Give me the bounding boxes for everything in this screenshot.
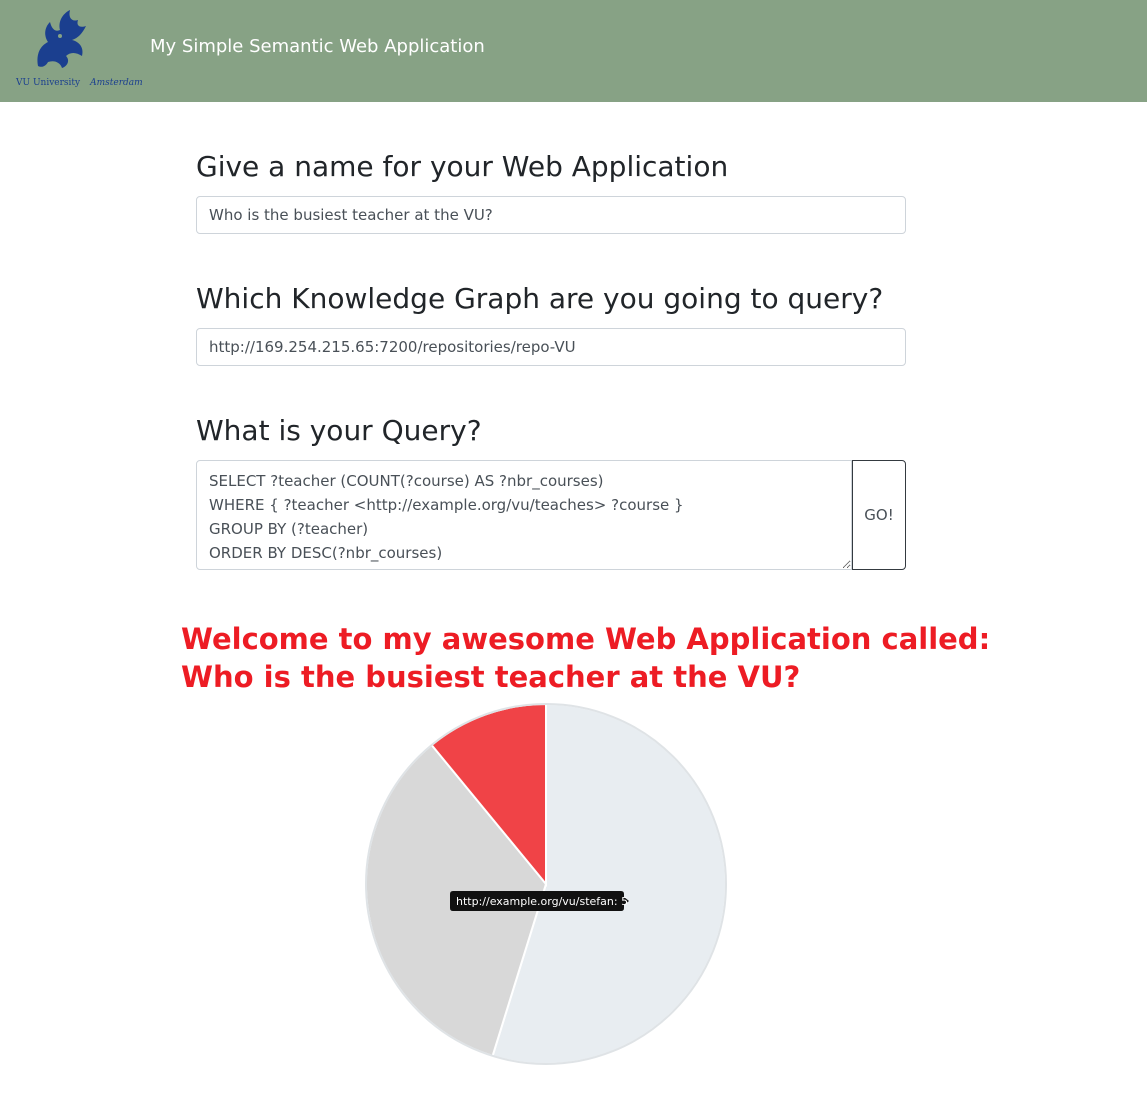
- welcome-heading: Welcome to my awesome Web Application ca…: [181, 620, 1081, 696]
- navbar: VU University Amsterdam My Simple Semanti…: [0, 0, 1147, 102]
- vu-logo[interactable]: VU University Amsterdam: [12, 6, 152, 94]
- logo-wordmark: VU University Amsterdam: [16, 78, 143, 88]
- query-group: SELECT ?teacher (COUNT(?course) AS ?nbr_…: [196, 460, 906, 570]
- chart-tooltip: http://example.org/vu/stefan: 5: [450, 891, 629, 911]
- welcome-line-2: Who is the busiest teacher at the VU?: [181, 660, 801, 694]
- welcome-line-1: Welcome to my awesome Web Application ca…: [181, 622, 991, 656]
- app-name-input[interactable]: [196, 196, 906, 234]
- logo-university: VU University: [16, 78, 81, 88]
- logo-city: Amsterdam: [90, 78, 143, 88]
- griffin-icon: [37, 10, 86, 68]
- pie-chart: http://example.org/vu/stefan: 5: [365, 702, 727, 1065]
- app-title: My Simple Semantic Web Application: [150, 36, 485, 57]
- tooltip-text: http://example.org/vu/stefan: 5: [456, 895, 628, 908]
- query-label: What is your Query?: [196, 414, 482, 447]
- go-button[interactable]: GO!: [852, 460, 906, 570]
- name-label: Give a name for your Web Application: [196, 150, 729, 183]
- kg-label: Which Knowledge Graph are you going to q…: [196, 282, 884, 315]
- kg-endpoint-input[interactable]: [196, 328, 906, 366]
- query-textarea[interactable]: SELECT ?teacher (COUNT(?course) AS ?nbr_…: [196, 460, 852, 570]
